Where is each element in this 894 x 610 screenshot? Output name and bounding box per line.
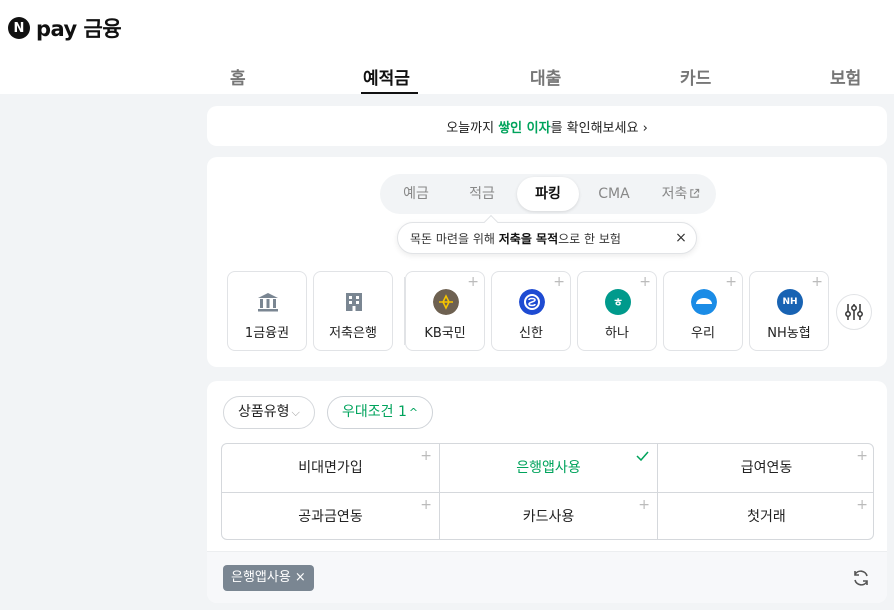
plus-icon: +	[638, 497, 650, 513]
tooltip-text-before: 목돈 마련을 위해	[410, 231, 499, 246]
kb-logo-icon	[433, 289, 459, 315]
plus-icon: +	[856, 448, 868, 464]
npay-logo[interactable]: N pay 금융	[8, 13, 122, 43]
plus-icon: +	[467, 274, 479, 290]
check-icon	[636, 451, 649, 462]
product-type-dropdown[interactable]: 상품유형 ⌵	[223, 396, 315, 429]
bank-label: 하나	[605, 326, 629, 341]
hana-logo-icon: ㅎ	[605, 289, 631, 315]
condition-label: 급여연동	[740, 460, 793, 476]
bank-first-tier[interactable]: 1금융권	[227, 271, 307, 351]
bank-label: 신한	[519, 326, 543, 341]
plus-icon: +	[856, 497, 868, 513]
office-building-icon	[346, 293, 362, 311]
nh-logo-icon: NH	[777, 289, 803, 315]
tooltip-tail	[483, 214, 499, 230]
bank-label: 저축은행	[329, 326, 377, 341]
refresh-icon[interactable]	[851, 568, 871, 588]
product-type-tabs: 예금 적금 파킹 CMA 저축	[380, 174, 716, 214]
tab-installment[interactable]: 적금	[452, 177, 512, 211]
conditions-dropdown[interactable]: 우대조건 1 ^	[327, 396, 434, 429]
plus-icon: +	[420, 448, 432, 464]
condition-label: 카드사용	[522, 509, 575, 525]
product-type-label: 상품유형	[238, 404, 290, 420]
conditions-card: 상품유형 ⌵ 우대조건 1 ^ 비대면가입 + 은행앱사용 급여연동 + 공과금연동 + …	[207, 381, 887, 603]
condition-label: 은행앱사용	[516, 460, 581, 476]
grid-divider	[222, 492, 873, 493]
chevron-down-icon: ⌵	[291, 406, 300, 419]
bank-nh[interactable]: + NH NH농협	[749, 271, 829, 351]
tab-savings-label: 저축	[661, 186, 688, 202]
bank-shinhan[interactable]: + 신한	[491, 271, 571, 351]
plus-icon: +	[639, 274, 651, 290]
selected-tag-bank-app[interactable]: 은행앱사용 ×	[223, 565, 314, 591]
tooltip-text-after: 으로 한 보험	[558, 231, 621, 246]
bank-woori[interactable]: + 우리	[663, 271, 743, 351]
conditions-grid: 비대면가입 + 은행앱사용 급여연동 + 공과금연동 + 카드사용 + 첫거래 +	[221, 443, 874, 540]
tab-deposit[interactable]: 예금	[386, 177, 446, 211]
plus-icon: +	[725, 274, 737, 290]
parking-tooltip: 목돈 마련을 위해 저축을 목적 으로 한 보험 ×	[397, 214, 697, 254]
product-filter-card: 예금 적금 파킹 CMA 저축 목돈 마련을 위해 저축을 목적 으로 한 보험 …	[207, 157, 887, 367]
condition-label: 비대면가입	[298, 460, 363, 476]
tab-card[interactable]: 카드	[680, 64, 711, 89]
tab-deposit-savings[interactable]: 예적금	[363, 64, 410, 89]
conditions-label: 우대조건 1	[342, 404, 407, 420]
tab-parking[interactable]: 파킹	[517, 177, 579, 211]
bank-hana[interactable]: + ㅎ 하나	[577, 271, 657, 351]
plus-icon: +	[553, 274, 565, 290]
bank-label: KB국민	[424, 326, 466, 341]
chevron-up-icon: ^	[408, 406, 419, 419]
condition-bank-app[interactable]: 은행앱사용	[440, 444, 657, 492]
tab-insurance[interactable]: 보험	[830, 64, 861, 89]
tab-cma[interactable]: CMA	[584, 177, 644, 211]
tab-loan[interactable]: 대출	[530, 64, 561, 89]
bank-building-icon	[258, 293, 278, 312]
top-bar: N pay 금융 홈 예적금 대출 카드 보험	[0, 0, 894, 94]
bank-label: 1금융권	[244, 326, 290, 341]
condition-label: 공과금연동	[298, 509, 363, 525]
condition-card-usage[interactable]: 카드사용 +	[440, 493, 657, 539]
banner-text-after: 를 확인해보세요 ›	[550, 120, 648, 136]
banner-highlight: 쌓인 이자	[498, 120, 551, 136]
plus-icon: +	[420, 497, 432, 513]
logo-n-icon: N	[8, 17, 30, 39]
active-tab-underline	[361, 92, 418, 94]
condition-utility-bill[interactable]: 공과금연동 +	[222, 493, 439, 539]
condition-online-signup[interactable]: 비대면가입 +	[222, 444, 439, 492]
bank-label: 우리	[691, 326, 715, 341]
plus-icon: +	[811, 274, 823, 290]
bank-kb[interactable]: + KB국민	[405, 271, 485, 351]
logo-text: pay 금융	[36, 17, 122, 41]
banner-text-before: 오늘까지	[446, 120, 499, 136]
tab-savings-insurance[interactable]: 저축	[650, 177, 712, 211]
condition-salary[interactable]: 급여연동 +	[658, 444, 873, 492]
external-link-icon	[690, 188, 700, 198]
bank-label: NH농협	[767, 326, 811, 341]
condition-label: 첫거래	[747, 509, 786, 525]
tooltip-bold: 저축을 목적	[498, 231, 559, 246]
woori-logo-icon	[691, 289, 717, 315]
sliders-icon	[845, 304, 863, 320]
selected-conditions-bar: 은행앱사용 ×	[207, 551, 887, 603]
shinhan-logo-icon	[519, 289, 545, 315]
bank-savings-bank[interactable]: 저축은행	[313, 271, 393, 351]
condition-first-transaction[interactable]: 첫거래 +	[658, 493, 873, 539]
filter-settings-button[interactable]	[836, 294, 872, 330]
tab-home[interactable]: 홈	[230, 64, 246, 89]
interest-banner[interactable]: 오늘까지 쌓인 이자 를 확인해보세요 ›	[207, 106, 887, 146]
main-nav: 홈 예적금 대출 카드 보험	[0, 64, 894, 94]
close-icon[interactable]: ×	[674, 231, 688, 245]
